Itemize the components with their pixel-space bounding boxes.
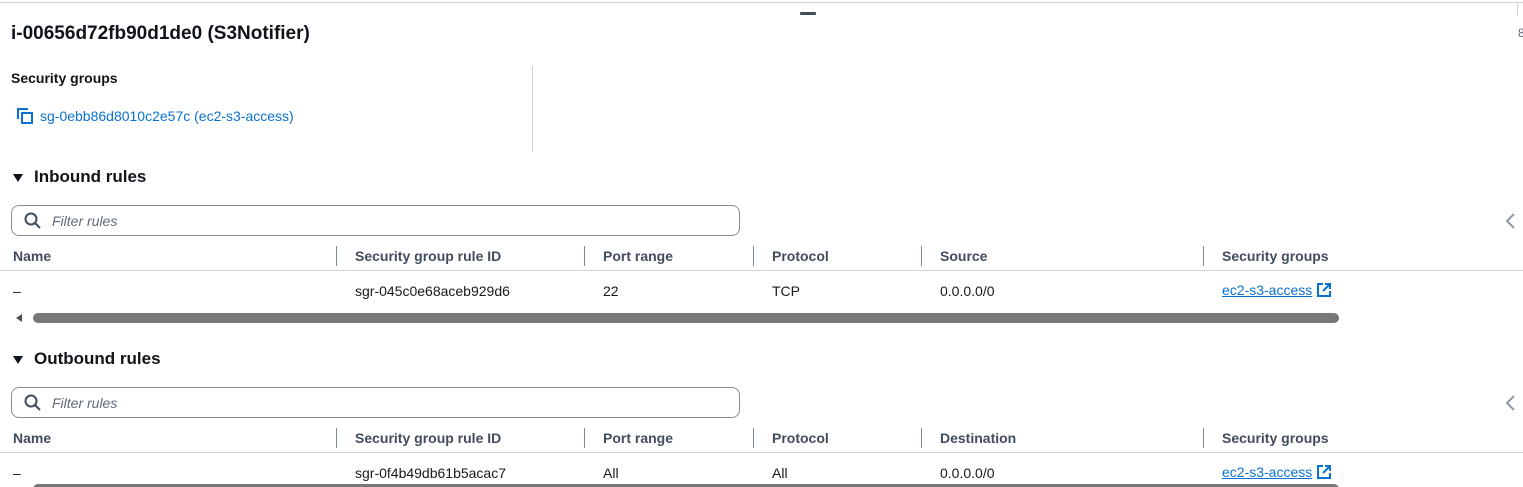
column-header-rule-id[interactable]: Security group rule ID	[355, 430, 501, 446]
cell-port-range: 22	[603, 283, 619, 299]
security-group-link-label[interactable]: ec2-s3-access	[1222, 464, 1312, 480]
search-icon	[24, 212, 42, 230]
scrollbar-thumb[interactable]	[33, 313, 1339, 323]
column-header-protocol[interactable]: Protocol	[772, 430, 829, 446]
column-header-source[interactable]: Source	[940, 248, 987, 264]
column-header-port-range[interactable]: Port range	[603, 430, 673, 446]
outbound-filter-input[interactable]	[52, 394, 692, 411]
security-groups-label: Security groups	[11, 70, 118, 86]
instance-title: i-00656d72fb90d1de0 (S3Notifier)	[11, 23, 310, 44]
external-link-icon	[1316, 464, 1332, 480]
column-divider[interactable]	[584, 428, 585, 448]
chevron-left-icon[interactable]	[1504, 213, 1518, 229]
column-header-destination[interactable]: Destination	[940, 430, 1016, 446]
outbound-filter-box[interactable]	[11, 387, 740, 418]
inbound-filter-box[interactable]	[11, 205, 740, 236]
copy-icon[interactable]	[16, 107, 34, 125]
column-divider[interactable]	[584, 246, 585, 266]
cell-rule-id: sgr-045c0e68aceb929d6	[355, 283, 510, 299]
inbound-filter-input[interactable]	[52, 212, 692, 229]
column-divider[interactable]	[336, 428, 337, 448]
security-group-link[interactable]: sg-0ebb86d8010c2e57c (ec2-s3-access)	[16, 107, 294, 125]
panel-divider	[532, 66, 533, 152]
caret-down-icon	[12, 353, 24, 365]
column-header-protocol[interactable]: Protocol	[772, 248, 829, 264]
external-link-icon	[1316, 282, 1332, 298]
security-group-link-text[interactable]: sg-0ebb86d8010c2e57c (ec2-s3-access)	[40, 108, 294, 124]
column-header-rule-id[interactable]: Security group rule ID	[355, 248, 501, 264]
chevron-left-icon[interactable]	[1504, 395, 1518, 411]
outbound-rules-toggle[interactable]: Outbound rules	[12, 349, 161, 369]
inbound-table-header: Name Security group rule ID Port range P…	[0, 245, 1523, 271]
column-divider[interactable]	[753, 246, 754, 266]
edge-mark: 8	[1518, 26, 1523, 40]
security-group-external-link[interactable]: ec2-s3-access	[1222, 282, 1332, 298]
inbound-horizontal-scrollbar[interactable]	[0, 311, 1345, 325]
table-row: – sgr-045c0e68aceb929d6 22 TCP 0.0.0.0/0…	[0, 276, 1523, 306]
column-header-security-groups[interactable]: Security groups	[1222, 430, 1329, 446]
column-header-port-range[interactable]: Port range	[603, 248, 673, 264]
column-divider[interactable]	[1203, 428, 1204, 448]
resize-handle[interactable]	[800, 12, 816, 15]
column-divider[interactable]	[753, 428, 754, 448]
caret-down-icon	[12, 171, 24, 183]
column-header-name[interactable]: Name	[13, 430, 51, 446]
security-group-link-label[interactable]: ec2-s3-access	[1222, 282, 1312, 298]
outbound-table-header: Name Security group rule ID Port range P…	[0, 427, 1523, 453]
cell-protocol: TCP	[772, 283, 800, 299]
security-group-external-link[interactable]: ec2-s3-access	[1222, 464, 1332, 480]
column-divider[interactable]	[1203, 246, 1204, 266]
column-divider[interactable]	[336, 246, 337, 266]
search-icon	[24, 394, 42, 412]
column-divider[interactable]	[921, 428, 922, 448]
inbound-rules-title: Inbound rules	[34, 167, 147, 186]
column-header-name[interactable]: Name	[13, 248, 51, 264]
inbound-rules-toggle[interactable]: Inbound rules	[12, 167, 146, 187]
cell-name: –	[13, 283, 21, 299]
scroll-left-arrow-icon[interactable]	[16, 314, 22, 322]
panel-top-border	[0, 2, 1523, 16]
column-header-security-groups[interactable]: Security groups	[1222, 248, 1329, 264]
column-divider[interactable]	[921, 246, 922, 266]
outbound-rules-title: Outbound rules	[34, 349, 161, 368]
cell-source: 0.0.0.0/0	[940, 283, 995, 299]
outbound-horizontal-scrollbar[interactable]	[0, 479, 1345, 487]
